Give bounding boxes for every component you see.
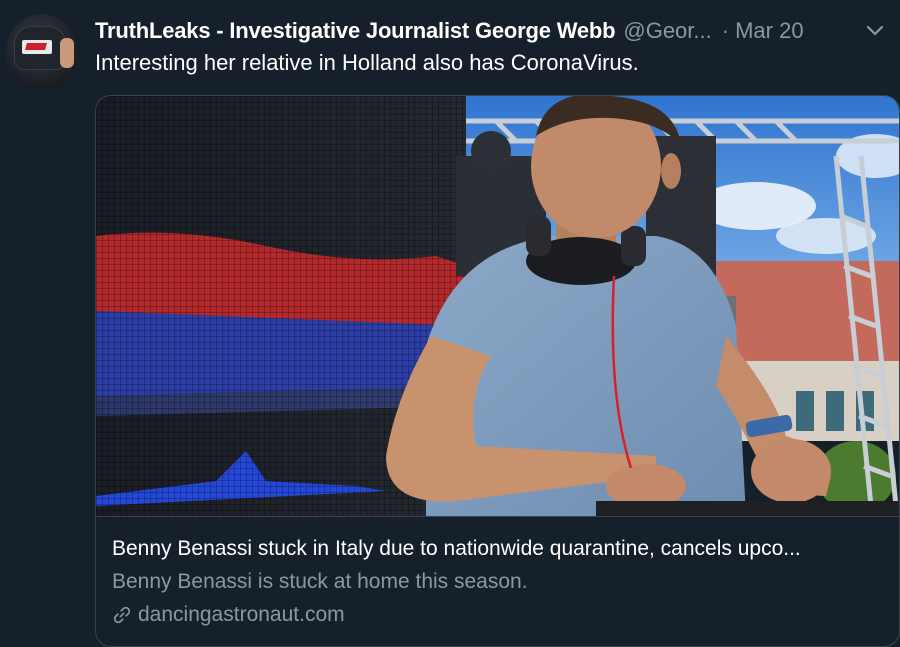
- card-description: Benny Benassi is stuck at home this seas…: [112, 570, 528, 593]
- link-card[interactable]: Benny Benassi stuck in Italy due to nati…: [95, 95, 900, 647]
- avatar[interactable]: [6, 14, 78, 90]
- user-handle[interactable]: @Geor...: [623, 18, 711, 44]
- card-title[interactable]: Benny Benassi stuck in Italy due to nati…: [112, 537, 885, 561]
- tweet-header: TruthLeaks - Investigative Journalist Ge…: [95, 14, 888, 48]
- tweet: TruthLeaks - Investigative Journalist Ge…: [0, 0, 900, 647]
- separator-dot: ·: [721, 18, 730, 43]
- card-domain[interactable]: dancingastronaut.com: [112, 603, 345, 627]
- avatar-face: [60, 38, 74, 68]
- display-name[interactable]: TruthLeaks - Investigative Journalist Ge…: [95, 18, 616, 44]
- chevron-down-icon[interactable]: [864, 20, 886, 42]
- card-image[interactable]: [96, 96, 899, 516]
- tweet-date[interactable]: Mar 20: [735, 18, 803, 44]
- card-domain-text: dancingastronaut.com: [138, 603, 345, 626]
- link-icon: [112, 605, 132, 625]
- tweet-text: Interesting her relative in Holland also…: [95, 50, 639, 75]
- avatar-logo: [22, 40, 52, 54]
- card-body[interactable]: Benny Benassi stuck in Italy due to nati…: [96, 516, 899, 646]
